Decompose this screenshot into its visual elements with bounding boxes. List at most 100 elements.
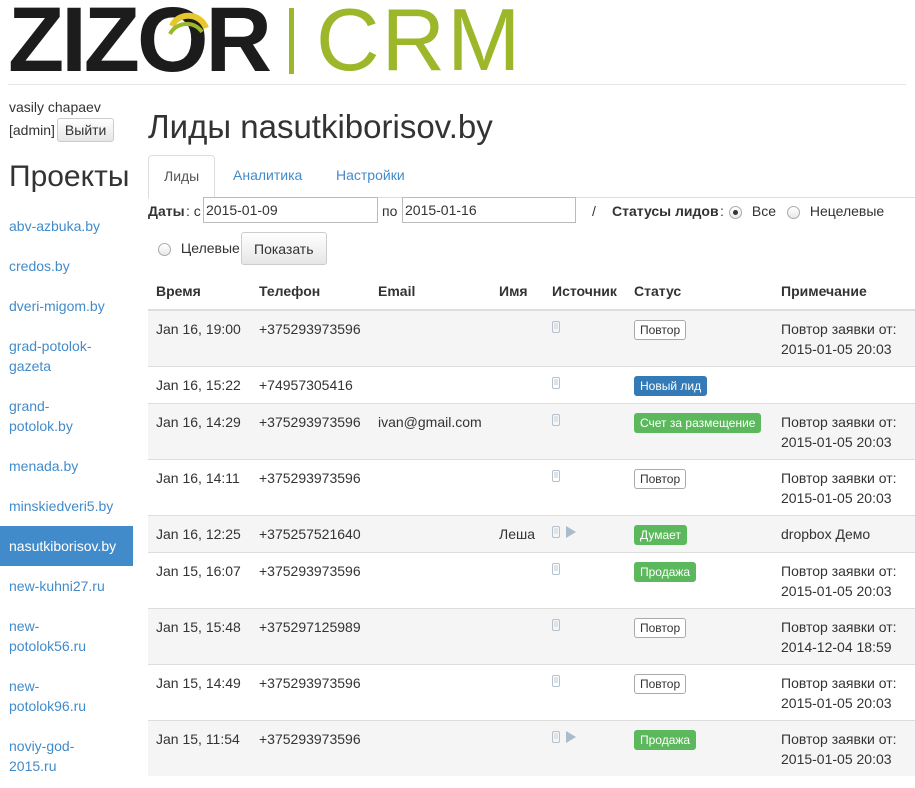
table-row[interactable]: Jan 16, 15:22 +74957305416 Новый лид <box>148 366 915 404</box>
status-cell: Продажа <box>626 552 773 609</box>
tab-settings[interactable]: Настройки <box>321 155 420 196</box>
phone-cell: +375293973596 <box>251 309 370 367</box>
time-cell: Jan 15, 14:49 <box>148 664 251 721</box>
status-badge[interactable]: Повтор <box>634 674 687 694</box>
table-row[interactable]: Jan 16, 19:00 +375293973596 Повтор Повтор з… <box>148 309 915 367</box>
play-icon[interactable] <box>566 731 576 744</box>
note-text: Повтор заявки от: 2015-01-05 20:03 <box>781 563 897 599</box>
phone-cell: +375293973596 <box>251 552 370 609</box>
status-badge[interactable]: Счет за размещение <box>634 413 762 433</box>
user-role: [admin] <box>9 122 55 138</box>
time-cell: Jan 16, 19:00 <box>148 309 251 367</box>
name-cell <box>491 309 544 367</box>
note-cell: Повтор заявки от: 2015-01-05 20:03 <box>773 403 915 460</box>
table-header-row: Время Телефон Email Имя Источник Статус … <box>148 273 915 311</box>
source-cell <box>544 515 626 553</box>
status-cell: Повтор <box>626 608 773 665</box>
status-cell: Повтор <box>626 309 773 367</box>
sidebar-item-new-potolok56[interactable]: new-potolok56.ru <box>0 606 98 666</box>
date-from-input[interactable] <box>203 197 378 223</box>
phone-icon <box>552 414 560 427</box>
play-icon[interactable] <box>566 526 576 539</box>
sidebar-item-noviy-god-2015[interactable]: noviy-god-2015.ru <box>0 726 88 786</box>
time-text: Jan 16, 12:25 <box>156 526 241 542</box>
status-badge[interactable]: Думает <box>634 525 687 545</box>
date-to-input[interactable] <box>402 197 576 223</box>
table-row[interactable]: Jan 16, 12:25 +375257521640 Леша Думает drop… <box>148 515 915 553</box>
note-text: Повтор заявки от: 2015-01-05 20:03 <box>781 675 897 711</box>
table-row[interactable]: Jan 16, 14:29 +375293973596 ivan@gmail.com… <box>148 403 915 460</box>
sidebar-item-nasutkiborisov[interactable]: nasutkiborisov.by <box>0 526 133 566</box>
radio-targeted-control[interactable] <box>158 242 171 256</box>
phone-text: +375293973596 <box>259 563 361 579</box>
sidebar-item-grad-potolok-gazeta[interactable]: grad-potolok-gazeta <box>0 326 108 386</box>
phone-icon <box>552 377 560 390</box>
radio-targeted-label: Целевые <box>180 240 240 256</box>
source-cell <box>544 309 626 367</box>
name-cell <box>491 403 544 460</box>
sidebar-item-grand-potolok[interactable]: grand-potolok.by <box>0 386 88 446</box>
status-cell: Повтор <box>626 664 773 721</box>
note-cell <box>773 366 915 404</box>
table-row[interactable]: Jan 16, 14:11 +375293973596 Повтор Повтор з… <box>148 459 915 516</box>
email-cell: ivan@gmail.com <box>370 403 491 460</box>
sidebar-item-new-kuhni27[interactable]: new-kuhni27.ru <box>0 566 133 606</box>
time-text: Jan 15, 14:49 <box>156 675 241 691</box>
radio-untargeted-control[interactable] <box>787 205 800 219</box>
phone-icon <box>552 731 560 744</box>
time-text: Jan 16, 14:29 <box>156 414 241 430</box>
logout-button[interactable]: Выйти <box>56 118 115 142</box>
radio-targeted[interactable]: Целевые <box>158 240 240 256</box>
source-cell <box>544 664 626 721</box>
phone-icon <box>552 470 560 483</box>
note-text: Повтор заявки от: 2014-12-04 18:59 <box>781 619 897 655</box>
radio-untargeted[interactable]: Нецелевые <box>787 203 884 219</box>
phone-text: +375293973596 <box>259 414 361 430</box>
filter-separator: / <box>592 203 596 219</box>
from-label: : с <box>186 203 201 219</box>
time-cell: Jan 16, 12:25 <box>148 515 251 553</box>
sidebar-item-dveri-migom[interactable]: dveri-migom.by <box>0 286 133 326</box>
status-badge[interactable]: Продажа <box>634 562 697 582</box>
source-cell <box>544 366 626 404</box>
phone-text: +375297125989 <box>259 619 361 635</box>
radio-all-control[interactable] <box>729 205 742 219</box>
email-cell <box>370 552 491 609</box>
name-cell <box>491 552 544 609</box>
table-row[interactable]: Jan 15, 15:48 +375297125989 Повтор Повтор з… <box>148 608 915 665</box>
tab-leads[interactable]: Лиды <box>148 155 216 199</box>
phone-text: +375257521640 <box>259 526 361 542</box>
column-header-time: Время <box>148 273 251 311</box>
email-cell <box>370 309 491 367</box>
radio-all[interactable]: Все <box>729 203 776 219</box>
sidebar-item-abv-azbuka[interactable]: abv-azbuka.by <box>0 206 133 246</box>
note-text: dropbox Демо <box>781 526 871 542</box>
status-badge[interactable]: Повтор <box>634 618 687 638</box>
sidebar-item-credos[interactable]: credos.by <box>0 246 133 286</box>
phone-icon <box>552 563 560 576</box>
column-header-email: Email <box>370 273 491 311</box>
status-cell: Думает <box>626 515 773 553</box>
to-label: по <box>382 203 398 219</box>
table-row[interactable]: Jan 15, 16:07 +375293973596 Продажа Повтор … <box>148 552 915 609</box>
source-cell <box>544 720 626 776</box>
status-badge[interactable]: Повтор <box>634 469 687 489</box>
status-badge[interactable]: Продажа <box>634 730 697 750</box>
table-row[interactable]: Jan 15, 11:54 +375293973596 Продажа Повтор … <box>148 720 915 776</box>
sidebar-item-new-potolok96[interactable]: new-potolok96.ru <box>0 666 98 726</box>
sidebar-item-menada[interactable]: menada.by <box>0 446 133 486</box>
tab-bar: Лиды Аналитика Настройки <box>148 155 915 199</box>
tab-analytics[interactable]: Аналитика <box>218 155 317 196</box>
status-badge[interactable]: Повтор <box>634 320 687 340</box>
table-row[interactable]: Jan 15, 14:49 +375293973596 Повтор Повтор з… <box>148 664 915 721</box>
status-badge[interactable]: Новый лид <box>634 376 708 396</box>
time-text: Jan 16, 15:22 <box>156 377 241 393</box>
time-text: Jan 15, 11:54 <box>156 731 240 747</box>
status-cell: Новый лид <box>626 366 773 404</box>
sidebar-item-minskiedveri5[interactable]: minskiedveri5.by <box>0 486 133 526</box>
email-cell <box>370 720 491 776</box>
name-cell: Леша <box>491 515 544 553</box>
projects-heading: Проекты <box>9 160 130 193</box>
column-header-phone: Телефон <box>251 273 370 311</box>
show-button[interactable]: Показать <box>241 232 327 265</box>
